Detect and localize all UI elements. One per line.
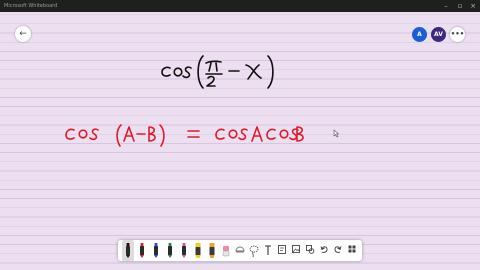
grid-icon — [348, 245, 356, 253]
tool-pen-black[interactable] — [122, 240, 134, 261]
pen-icon — [182, 243, 186, 258]
tool-highlighter-orange[interactable] — [206, 240, 218, 261]
undo-icon — [320, 246, 328, 253]
note-icon — [278, 245, 286, 254]
redo-icon — [334, 246, 342, 253]
tool-shapes[interactable] — [304, 240, 316, 261]
tool-eraser[interactable] — [220, 240, 232, 261]
tool-redo[interactable] — [332, 240, 344, 261]
highlighter-icon — [209, 243, 215, 258]
tool-pen-red[interactable] — [136, 240, 148, 261]
text-icon — [265, 245, 271, 255]
tool-pen-blue[interactable] — [150, 240, 162, 261]
tool-pen-green[interactable] — [164, 240, 176, 261]
tool-undo[interactable] — [318, 240, 330, 261]
shapes-icon — [306, 245, 315, 254]
pen-icon — [126, 243, 130, 258]
pen-icon — [154, 243, 158, 258]
handwriting-layer — [65, 55, 339, 147]
tool-image[interactable] — [290, 240, 302, 261]
pen-icon — [140, 243, 144, 258]
image-icon — [292, 245, 300, 253]
ink-line-1 — [161, 55, 274, 89]
tool-text[interactable] — [262, 240, 274, 261]
ink-line-2 — [65, 124, 304, 147]
highlighter-icon — [195, 243, 201, 258]
inking-toolbar — [118, 240, 362, 261]
ruler-icon — [235, 246, 245, 253]
tool-ruler[interactable] — [234, 240, 246, 261]
tool-highlighter-yellow[interactable] — [192, 240, 204, 261]
cursor-icon — [333, 129, 339, 138]
lasso-icon — [249, 245, 259, 258]
tool-more-tools[interactable] — [346, 240, 358, 261]
tool-pen-pink[interactable] — [178, 240, 190, 261]
eraser-icon — [222, 246, 230, 257]
tool-lasso[interactable] — [248, 240, 260, 261]
tool-note[interactable] — [276, 240, 288, 261]
pen-icon — [168, 243, 172, 258]
